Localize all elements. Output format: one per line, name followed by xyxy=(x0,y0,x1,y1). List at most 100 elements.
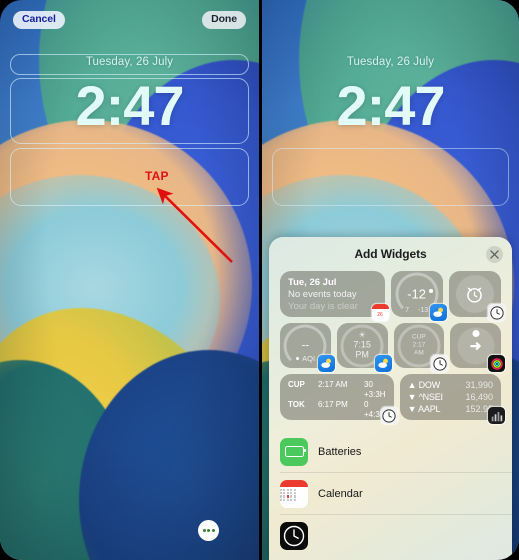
list-item-clock[interactable] xyxy=(280,514,512,556)
weather-app-icon xyxy=(429,304,447,321)
lock-date-right: Tuesday, 26 July xyxy=(346,56,435,68)
calendar-events: No events today xyxy=(288,288,357,300)
widget-preview-weather-temp[interactable]: -12 7 -13 xyxy=(390,271,447,321)
battery-icon xyxy=(284,446,306,457)
world-clock-row-offset: +3:3H xyxy=(288,390,386,400)
list-item-label: Batteries xyxy=(318,445,362,458)
alarm-clock-icon xyxy=(467,287,483,303)
cancel-button[interactable]: Cancel xyxy=(13,11,65,29)
stocks-symbol: AAPL xyxy=(418,403,441,414)
lock-time-left: 2:47 xyxy=(75,74,184,137)
fitness-dot-icon xyxy=(472,330,480,337)
clock-face-icon xyxy=(489,305,504,320)
stocks-row: ▼ ^NSEI 16,490 xyxy=(408,392,493,404)
arrow-right-icon: ➜ xyxy=(469,337,482,354)
aqi-dot-icon xyxy=(295,356,300,361)
widget-preview-fitness[interactable]: ➜ xyxy=(450,323,505,372)
world-clock-time: 6:17 PM xyxy=(318,400,348,409)
list-item-batteries[interactable]: Batteries xyxy=(280,431,512,472)
widget-preview-sunset[interactable]: ☀ 7:15 PM xyxy=(336,323,392,372)
stocks-value: 31,990 xyxy=(465,380,493,390)
sun-cloud-icon xyxy=(433,307,443,317)
stocks-direction: ▲ xyxy=(407,380,417,390)
add-widgets-sheet: Add Widgets Tue, 26 Jul No events today … xyxy=(269,237,512,560)
calendar-icon-grid xyxy=(280,487,308,508)
widget-row: CUP 2:17 AM 30 +3:3H TOK 6:17 PM 0 +4:3H… xyxy=(280,374,505,424)
stocks-symbol: ^NSEI xyxy=(418,391,443,402)
stocks-direction: ▼ xyxy=(407,391,417,402)
aqi-label: AQI xyxy=(302,354,316,363)
widget-preview-world-clock[interactable]: CUP 2:17 AM 30 +3:3H TOK 6:17 PM 0 +4:3H xyxy=(280,374,398,424)
world-clock-row: TOK 6:17 PM 0 xyxy=(288,400,386,410)
clock-app-icon xyxy=(488,304,505,321)
sheet-title: Add Widgets xyxy=(354,247,427,261)
weather-app-icon xyxy=(374,355,392,372)
lock-time-right: 2:47 xyxy=(336,74,445,137)
world-clock-row-offset: +4:3H xyxy=(288,410,386,420)
batteries-app-icon xyxy=(280,437,308,466)
clock-face-icon xyxy=(283,525,305,546)
widget-app-list: Batteries Calendar xyxy=(269,431,512,556)
widget-row: Tue, 26 Jul No events today Your day is … xyxy=(280,271,505,321)
stocks-table: ▲ DOW 31,990 ▼ ^NSEI 16,490 ▼ AAPL 152.9… xyxy=(400,374,501,416)
widget-preview-aqi[interactable]: -- AQI xyxy=(280,323,335,372)
world-clock-offset2: +3:3H xyxy=(364,390,386,399)
calendar-date: Tue, 26 Jul xyxy=(288,277,337,288)
world-clock-offset: 30 xyxy=(364,380,373,389)
calendar-app-icon: 26 xyxy=(371,304,389,321)
fitness-app-icon xyxy=(488,355,505,372)
world-clock-city: TOK xyxy=(288,400,305,409)
world-clock-city: CUP xyxy=(288,380,305,389)
screenshot-stage: Cancel Done Tuesday, 26 July 2:47 Tuesda… xyxy=(0,0,519,560)
calendar-app-icon xyxy=(280,479,308,508)
bottom-widget-slot-right[interactable] xyxy=(272,148,509,206)
ellipsis-icon xyxy=(211,529,215,532)
lock-screen-editor-panel: Cancel Done Tuesday, 26 July 2:47 xyxy=(0,0,259,560)
weather-temp-value: -12 xyxy=(407,286,427,302)
lock-screen-content-right: Tuesday, 26 July 2:47 xyxy=(262,0,519,137)
world-clock-table: CUP 2:17 AM 30 +3:3H TOK 6:17 PM 0 +4:3H xyxy=(280,374,394,420)
clock-app-icon xyxy=(380,407,398,424)
weather-low-right: -13 xyxy=(418,307,429,314)
more-options-button[interactable] xyxy=(198,520,219,541)
stocks-row: ▼ AAPL 152.95 xyxy=(408,404,493,416)
sunset-time: 7:15 xyxy=(353,339,371,350)
list-item-calendar[interactable]: Calendar xyxy=(280,472,512,514)
lock-date-left: Tuesday, 26 July xyxy=(85,56,174,68)
list-item-label: Calendar xyxy=(318,487,363,500)
stocks-app-icon xyxy=(488,407,505,424)
clock-app-icon xyxy=(431,355,449,372)
sun-cloud-icon xyxy=(321,358,331,368)
clock-app-icon xyxy=(280,521,308,550)
close-icon xyxy=(490,250,499,259)
widget-preview-alarm[interactable] xyxy=(448,271,505,321)
calendar-subtitle: Your day is clear xyxy=(288,301,358,313)
editor-toolbar: Cancel Done xyxy=(0,9,259,31)
sheet-header: Add Widgets xyxy=(269,237,512,271)
add-widgets-panel: Tuesday, 26 July 2:47 Add Widgets Tue, 2… xyxy=(262,0,519,560)
clock-face-icon xyxy=(433,356,447,371)
done-button[interactable]: Done xyxy=(202,11,246,29)
widget-preview-city-clock[interactable]: CUP 2:17 AM xyxy=(393,323,449,372)
ellipsis-icon xyxy=(202,529,206,532)
bottom-widget-slot[interactable] xyxy=(10,148,249,206)
clock-face-icon xyxy=(382,408,396,423)
sun-cloud-icon xyxy=(377,358,388,368)
ellipsis-icon xyxy=(207,529,210,532)
sunset-icon: ☀ xyxy=(358,330,366,340)
activity-rings-icon xyxy=(490,357,503,370)
close-button[interactable] xyxy=(486,246,503,263)
stocks-direction: ▼ xyxy=(407,403,417,414)
city-clock-meridiem: AM xyxy=(414,349,424,357)
calendar-icon-header xyxy=(280,479,308,487)
stocks-value: 16,490 xyxy=(465,391,493,402)
sunset-meridiem: PM xyxy=(355,349,369,360)
city-clock-time: 2:17 xyxy=(412,341,426,349)
widget-preview-calendar[interactable]: Tue, 26 Jul No events today Your day is … xyxy=(280,271,389,321)
weather-low-left: 7 xyxy=(405,307,410,314)
weather-app-icon xyxy=(317,355,335,372)
widget-row: -- AQI ☀ 7:15 PM CUP 2:17 AM ➜ xyxy=(280,323,505,372)
widget-preview-stocks[interactable]: ▲ DOW 31,990 ▼ ^NSEI 16,490 ▼ AAPL 152.9… xyxy=(399,374,505,424)
world-clock-row: CUP 2:17 AM 30 xyxy=(288,380,386,390)
stocks-symbol: DOW xyxy=(418,380,441,390)
